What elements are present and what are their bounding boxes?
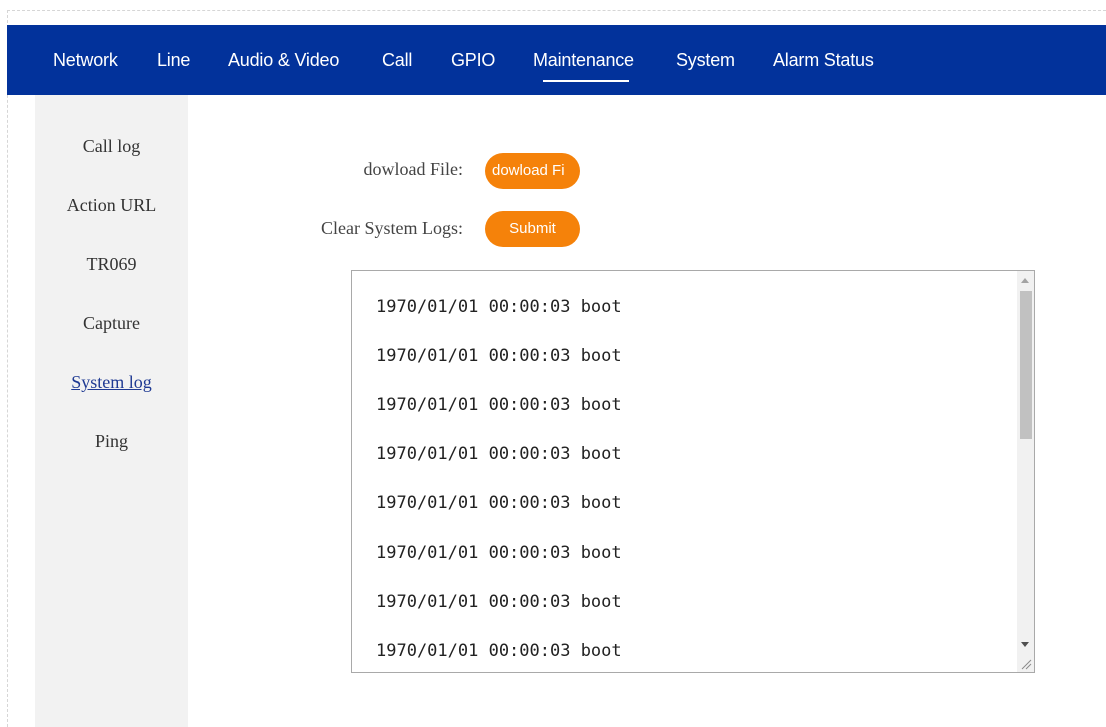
clear-system-logs-label: Clear System Logs: — [321, 218, 463, 238]
log-line: 1970/01/01 00:00:03 boot — [376, 493, 622, 513]
log-line: 1970/01/01 00:00:03 boot — [376, 543, 622, 563]
log-vertical-scrollbar[interactable] — [1017, 271, 1034, 672]
page-frame-left-border — [7, 10, 8, 727]
log-line: 1970/01/01 00:00:03 boot — [376, 641, 622, 661]
page-frame-top-border — [7, 10, 1106, 11]
maintenance-sidebar: Call log Action URL TR069 Capture System… — [35, 95, 188, 727]
scroll-thumb[interactable] — [1020, 291, 1032, 439]
scroll-up-arrow-icon[interactable] — [1021, 278, 1029, 283]
resize-grip-icon[interactable] — [1020, 658, 1032, 670]
log-line: 1970/01/01 00:00:03 boot — [376, 592, 622, 612]
sidebar-item-action-url[interactable]: Action URL — [35, 195, 188, 216]
nav-item-network[interactable]: Network — [53, 25, 118, 95]
log-line: 1970/01/01 00:00:03 boot — [376, 444, 622, 464]
nav-item-alarm-status[interactable]: Alarm Status — [773, 25, 874, 95]
log-line: 1970/01/01 00:00:03 boot — [376, 395, 622, 415]
sidebar-item-capture[interactable]: Capture — [35, 313, 188, 334]
log-line: 1970/01/01 00:00:03 boot — [376, 297, 622, 317]
sidebar-item-system-log[interactable]: System log — [35, 372, 188, 393]
nav-item-line[interactable]: Line — [157, 25, 190, 95]
sidebar-item-tr069[interactable]: TR069 — [35, 254, 188, 275]
log-line: 1970/01/01 00:00:03 boot — [376, 346, 622, 366]
scroll-down-arrow-icon[interactable] — [1021, 642, 1029, 647]
sidebar-item-ping[interactable]: Ping — [35, 431, 188, 452]
download-file-label: dowload File: — [363, 159, 464, 179]
nav-item-gpio[interactable]: GPIO — [451, 25, 495, 95]
clear-logs-submit-button[interactable]: Submit — [485, 211, 580, 247]
nav-item-maintenance[interactable]: Maintenance — [533, 25, 634, 95]
download-file-button[interactable]: dowload Fi — [485, 153, 580, 189]
nav-active-underline — [543, 80, 629, 82]
nav-item-audio-video[interactable]: Audio & Video — [228, 25, 339, 95]
nav-item-system[interactable]: System — [676, 25, 735, 95]
top-navigation-bar: Network Line Audio & Video Call GPIO Mai… — [7, 25, 1106, 95]
nav-item-call[interactable]: Call — [382, 25, 412, 95]
sidebar-item-call-log[interactable]: Call log — [35, 136, 188, 157]
system-log-textarea[interactable]: 1970/01/01 00:00:03 boot 1970/01/01 00:0… — [351, 270, 1035, 673]
